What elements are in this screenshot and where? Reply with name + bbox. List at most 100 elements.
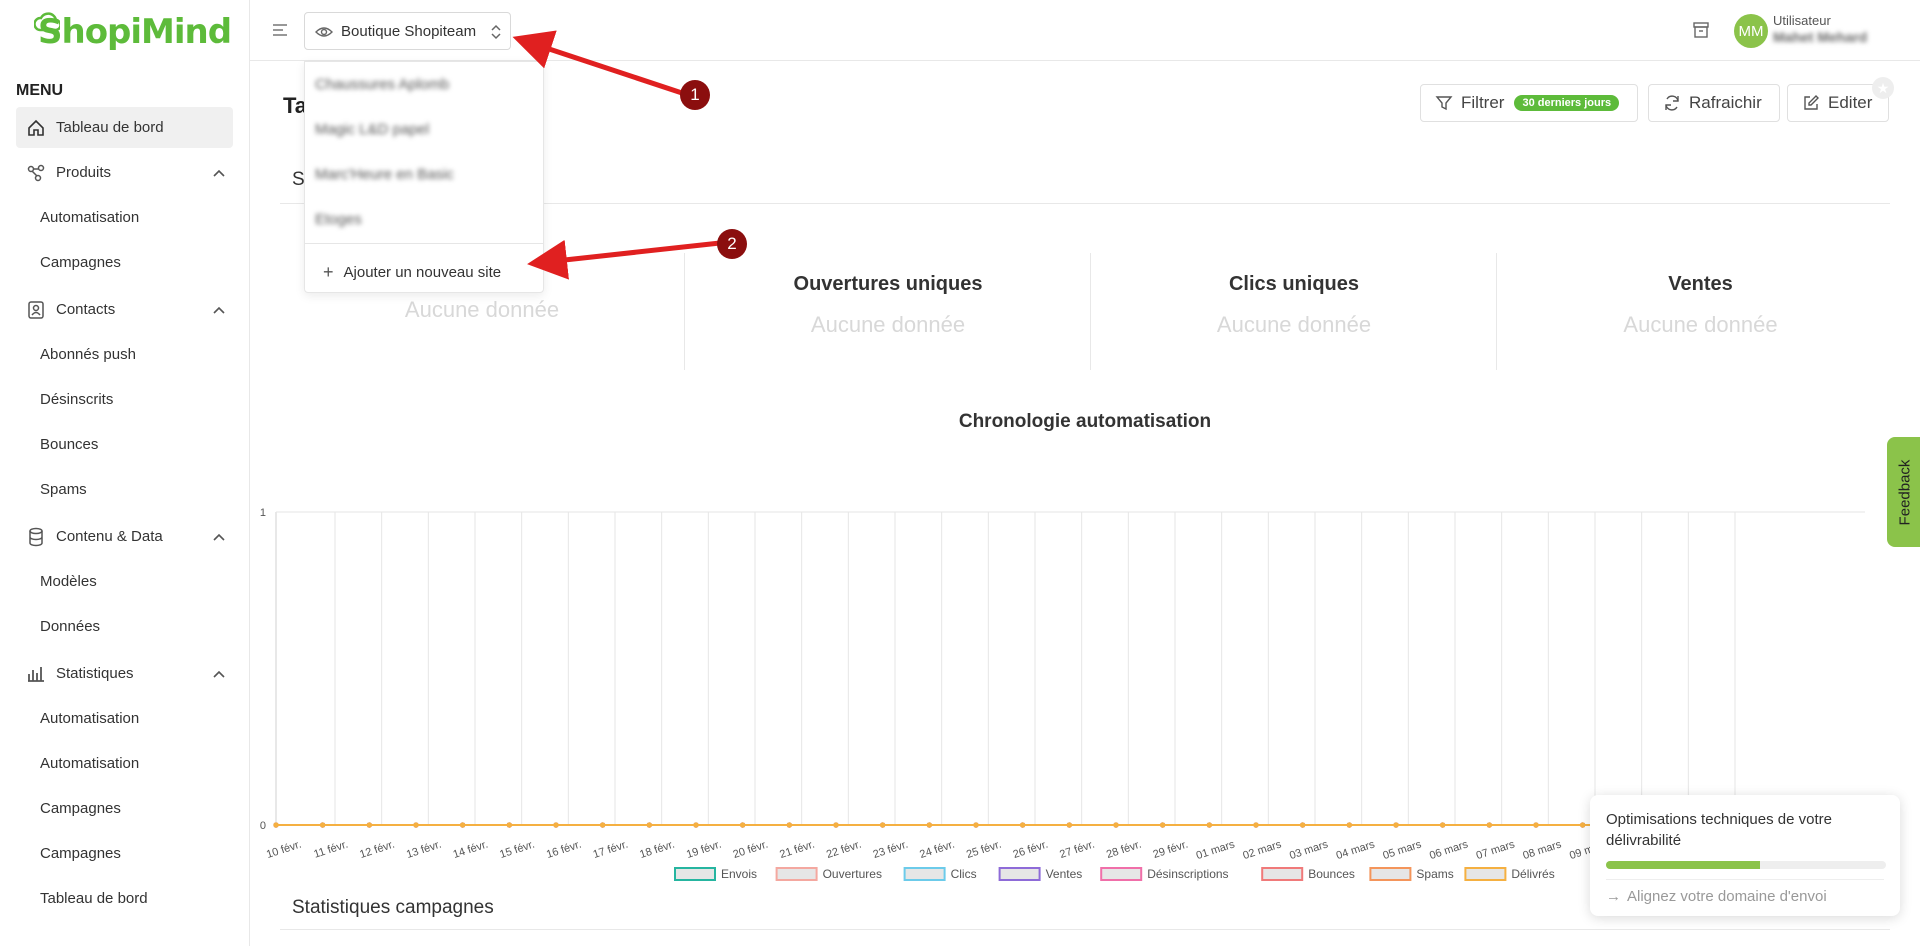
data-point <box>926 822 932 828</box>
store-icon[interactable] <box>1692 21 1710 39</box>
data-point <box>1066 822 1072 828</box>
logo[interactable]: ShopiMind <box>34 10 232 54</box>
legend-label: Envois <box>721 867 757 881</box>
feedback-label: Feedback <box>1896 459 1914 525</box>
add-site-button[interactable]: + Ajouter un nouveau site <box>305 244 543 300</box>
sidebar-item-label: Spams <box>40 481 87 498</box>
sidebar-item-label: Campagnes <box>40 800 121 817</box>
sidebar-item-label: Tableau de bord <box>40 890 148 907</box>
data-point <box>740 822 746 828</box>
onboarding-progress-fill <box>1606 861 1760 869</box>
site-dropdown: Chaussures Aplomb Magic L&D papel Marc'H… <box>304 61 544 293</box>
contact-card-icon <box>28 300 44 319</box>
x-tick-label: 28 févr. <box>1105 838 1143 861</box>
sidebar-subitem[interactable]: Abonnés push <box>0 332 249 377</box>
sidebar-subitem[interactable]: Campagnes <box>0 831 249 876</box>
site-option[interactable]: Magic L&D papel <box>305 107 543 152</box>
y-tick-label: 1 <box>260 507 266 519</box>
x-tick-label: 05 mars <box>1381 838 1423 862</box>
filter-button[interactable]: Filtrer 30 derniers jours <box>1420 84 1638 122</box>
sidebar-section[interactable]: Contenu & Data <box>0 514 249 559</box>
sidebar-item-label: Modèles <box>40 573 97 590</box>
x-tick-label: 03 mars <box>1288 838 1330 862</box>
sidebar-item-label: Données <box>40 618 101 635</box>
data-point <box>1020 822 1026 828</box>
data-point <box>553 822 559 828</box>
section-divider <box>280 929 1890 930</box>
favorite-star-icon[interactable]: ★ <box>1872 77 1894 99</box>
chevron-up-icon <box>213 533 225 541</box>
sidebar-item-label: Automatisation <box>40 755 140 772</box>
data-point <box>1533 822 1539 828</box>
x-tick-label: 24 févr. <box>918 838 956 861</box>
sidebar-subitem[interactable]: Tableau de bord <box>0 876 249 921</box>
campaign-stats-title: Statistiques campagnes <box>292 897 494 918</box>
sidebar-subitem[interactable]: Automatisation <box>0 696 249 741</box>
sidebar-subitem[interactable]: Données <box>0 604 249 649</box>
menu-toggle-icon[interactable] <box>270 20 290 40</box>
stat-label: Ouvertures uniques <box>793 273 983 295</box>
annotation-marker-1: 1 <box>680 80 710 110</box>
stat-value: Aucune donnée <box>1623 312 1778 337</box>
user-name: Mahet Mehard <box>1773 29 1868 45</box>
avatar[interactable]: MM <box>1734 14 1768 48</box>
data-point <box>506 822 512 828</box>
onboarding-card[interactable]: Optimisations techniques de votre délivr… <box>1590 795 1900 916</box>
sidebar-item-label: Désinscrits <box>40 391 114 408</box>
edit-label: Editer <box>1828 93 1873 112</box>
legend-swatch <box>775 867 818 881</box>
legend-swatch <box>903 867 946 881</box>
x-tick-label: 16 févr. <box>545 838 583 861</box>
database-icon <box>29 527 43 546</box>
section-title: S <box>292 169 305 190</box>
filter-icon <box>1435 96 1453 111</box>
data-point <box>833 822 839 828</box>
x-tick-label: 26 févr. <box>1012 838 1050 861</box>
site-option[interactable]: Marc'Heure en Basic <box>305 152 543 197</box>
x-tick-label: 29 févr. <box>1152 838 1190 861</box>
x-tick-label: 01 mars <box>1195 838 1237 862</box>
refresh-button[interactable]: Rafraichir <box>1648 84 1780 122</box>
date-range-badge: 30 derniers jours <box>1514 95 1620 111</box>
sidebar-subitem[interactable]: Spams <box>0 467 249 512</box>
filter-label: Filtrer <box>1461 93 1505 112</box>
sidebar-subitem[interactable]: Modèles <box>0 559 249 604</box>
sidebar-item-dashboard[interactable]: Tableau de bord <box>16 107 233 148</box>
chevron-updown-icon <box>491 24 501 40</box>
x-tick-label: 15 févr. <box>498 838 536 861</box>
site-option[interactable]: Etoges <box>305 197 543 242</box>
legend-swatch <box>674 867 716 881</box>
sidebar-subitem[interactable]: Campagnes <box>0 240 249 285</box>
share-nodes-icon <box>27 164 45 181</box>
site-option[interactable]: Chaussures Aplomb <box>305 62 543 107</box>
onboarding-link-label: Alignez votre domaine d'envoi <box>1627 888 1827 905</box>
data-point <box>1440 822 1446 828</box>
stat-box: Ouvertures uniques Aucune donnée <box>686 253 1091 370</box>
sidebar-subitem[interactable]: Campagnes <box>0 786 249 831</box>
legend-swatch <box>1261 867 1304 881</box>
feedback-tab[interactable]: Feedback <box>1887 437 1920 547</box>
site-selector-label: Boutique Shopiteam <box>341 22 477 40</box>
menu-title: MENU <box>16 82 64 99</box>
sidebar-item-label: Campagnes <box>40 845 121 862</box>
refresh-label: Rafraichir <box>1689 93 1762 112</box>
sidebar-item-label: Contacts <box>56 301 116 318</box>
onboarding-divider <box>1606 879 1884 880</box>
onboarding-link[interactable]: → Alignez votre domaine d'envoi <box>1606 888 1884 905</box>
legend-label: Clics <box>951 867 977 881</box>
legend-swatch <box>998 867 1041 881</box>
site-selector[interactable]: Boutique Shopiteam <box>304 12 511 50</box>
sidebar-section[interactable]: Statistiques <box>0 651 249 696</box>
chevron-up-icon <box>213 670 225 678</box>
x-tick-label: 27 févr. <box>1058 838 1096 861</box>
sidebar-subitem[interactable]: Automatisation <box>0 741 249 786</box>
data-point <box>413 822 419 828</box>
x-tick-label: 07 mars <box>1475 838 1517 862</box>
sidebar-section[interactable]: Contacts <box>0 287 249 332</box>
sidebar-subitem[interactable]: Désinscrits <box>0 377 249 422</box>
x-tick-label: 02 mars <box>1241 838 1283 862</box>
data-point <box>693 822 699 828</box>
sidebar-section[interactable]: Produits <box>0 150 249 195</box>
sidebar-subitem[interactable]: Automatisation <box>0 195 249 240</box>
sidebar-subitem[interactable]: Bounces <box>0 422 249 467</box>
